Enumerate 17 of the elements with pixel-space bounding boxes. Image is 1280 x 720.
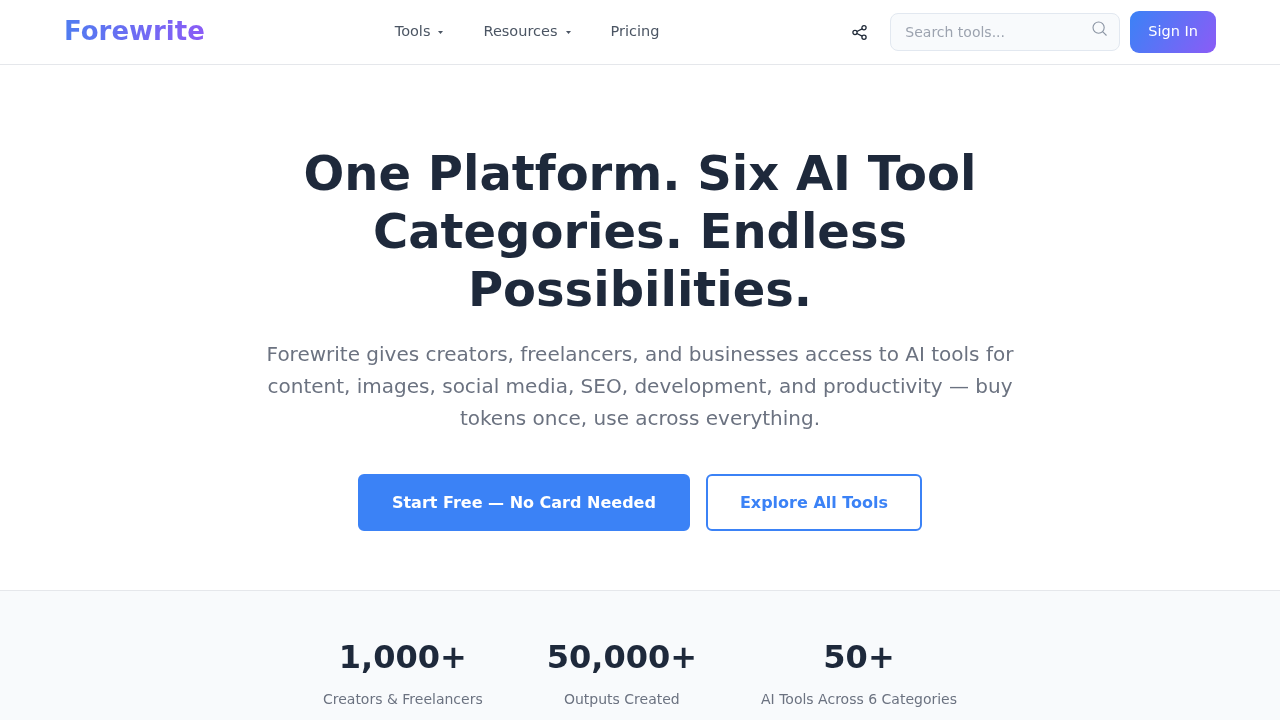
stat-value: 1,000+ (337, 638, 468, 676)
sign-in-button[interactable]: Sign In (1130, 11, 1216, 53)
stat-label: AI Tools Across 6 Categories (761, 690, 957, 709)
nav-link-item[interactable]: Pricing (610, 15, 660, 49)
explore-tools-button[interactable]: Explore All Tools (705, 474, 923, 531)
nav-link-item[interactable]: Tools (394, 15, 444, 49)
stat-label: Outputs Created (562, 690, 681, 709)
search-field[interactable]: Search tools... (890, 13, 1121, 51)
hero-subtitle: Forewrite gives creators, freelancers, and businesses access to AI tools for content, images, social media, SEO, development, and productivity — buy tokens once, use across everything. (265, 341, 1015, 432)
hero-heading: One Platform. Six AI Tool Categories. Endless Possibilities. (302, 144, 978, 318)
stat-label: Creators & Freelancers (322, 690, 483, 709)
share-icon (852, 24, 868, 40)
search-icon (1092, 21, 1108, 36)
stat-value: 50+ (822, 638, 896, 676)
stat-value: 50,000+ (546, 638, 697, 676)
start-free-button[interactable]: Start Free — No Card Needed (357, 474, 690, 531)
nav-link-item[interactable]: Resources (483, 15, 571, 49)
